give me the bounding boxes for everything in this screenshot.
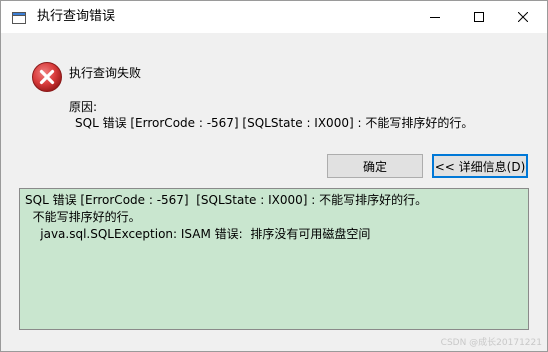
close-icon bbox=[518, 12, 528, 22]
app-window-icon bbox=[12, 12, 26, 24]
minimize-button[interactable] bbox=[413, 1, 457, 33]
minimize-icon bbox=[430, 17, 440, 18]
details-toggle-button[interactable]: << 详细信息(D) bbox=[432, 154, 528, 178]
title-bar[interactable]: 执行查询错误 bbox=[1, 1, 547, 33]
reason-text: SQL 错误 [ErrorCode : -567] [SQLState : IX… bbox=[75, 116, 474, 130]
reason-label: 原因: bbox=[69, 100, 98, 114]
maximize-button[interactable] bbox=[457, 1, 501, 33]
close-button[interactable] bbox=[501, 1, 545, 33]
window-title: 执行查询错误 bbox=[37, 9, 116, 24]
maximize-icon bbox=[474, 12, 484, 22]
details-line: java.sql.SQLException: ISAM 错误: 排序没有可用磁盘… bbox=[25, 227, 371, 241]
dialog-content: 执行查询失败 原因: SQL 错误 [ErrorCode : -567] [SQ… bbox=[1, 33, 547, 351]
error-dialog: 执行查询错误 执行查询失败 原因: SQL 错误 [ErrorCode: -5… bbox=[0, 0, 548, 352]
ok-button[interactable]: 确定 bbox=[327, 154, 423, 178]
error-x-icon bbox=[32, 62, 62, 92]
watermark: CSDN @成长20171221 bbox=[440, 338, 542, 348]
details-textarea[interactable]: SQL 错误 [ErrorCode : -567] [SQLState : IX… bbox=[19, 188, 529, 330]
error-headline: 执行查询失败 bbox=[69, 66, 142, 80]
details-line: SQL 错误 [ErrorCode : -567] [SQLState : IX… bbox=[25, 193, 428, 207]
details-line: 不能写排序好的行。 bbox=[25, 210, 141, 224]
